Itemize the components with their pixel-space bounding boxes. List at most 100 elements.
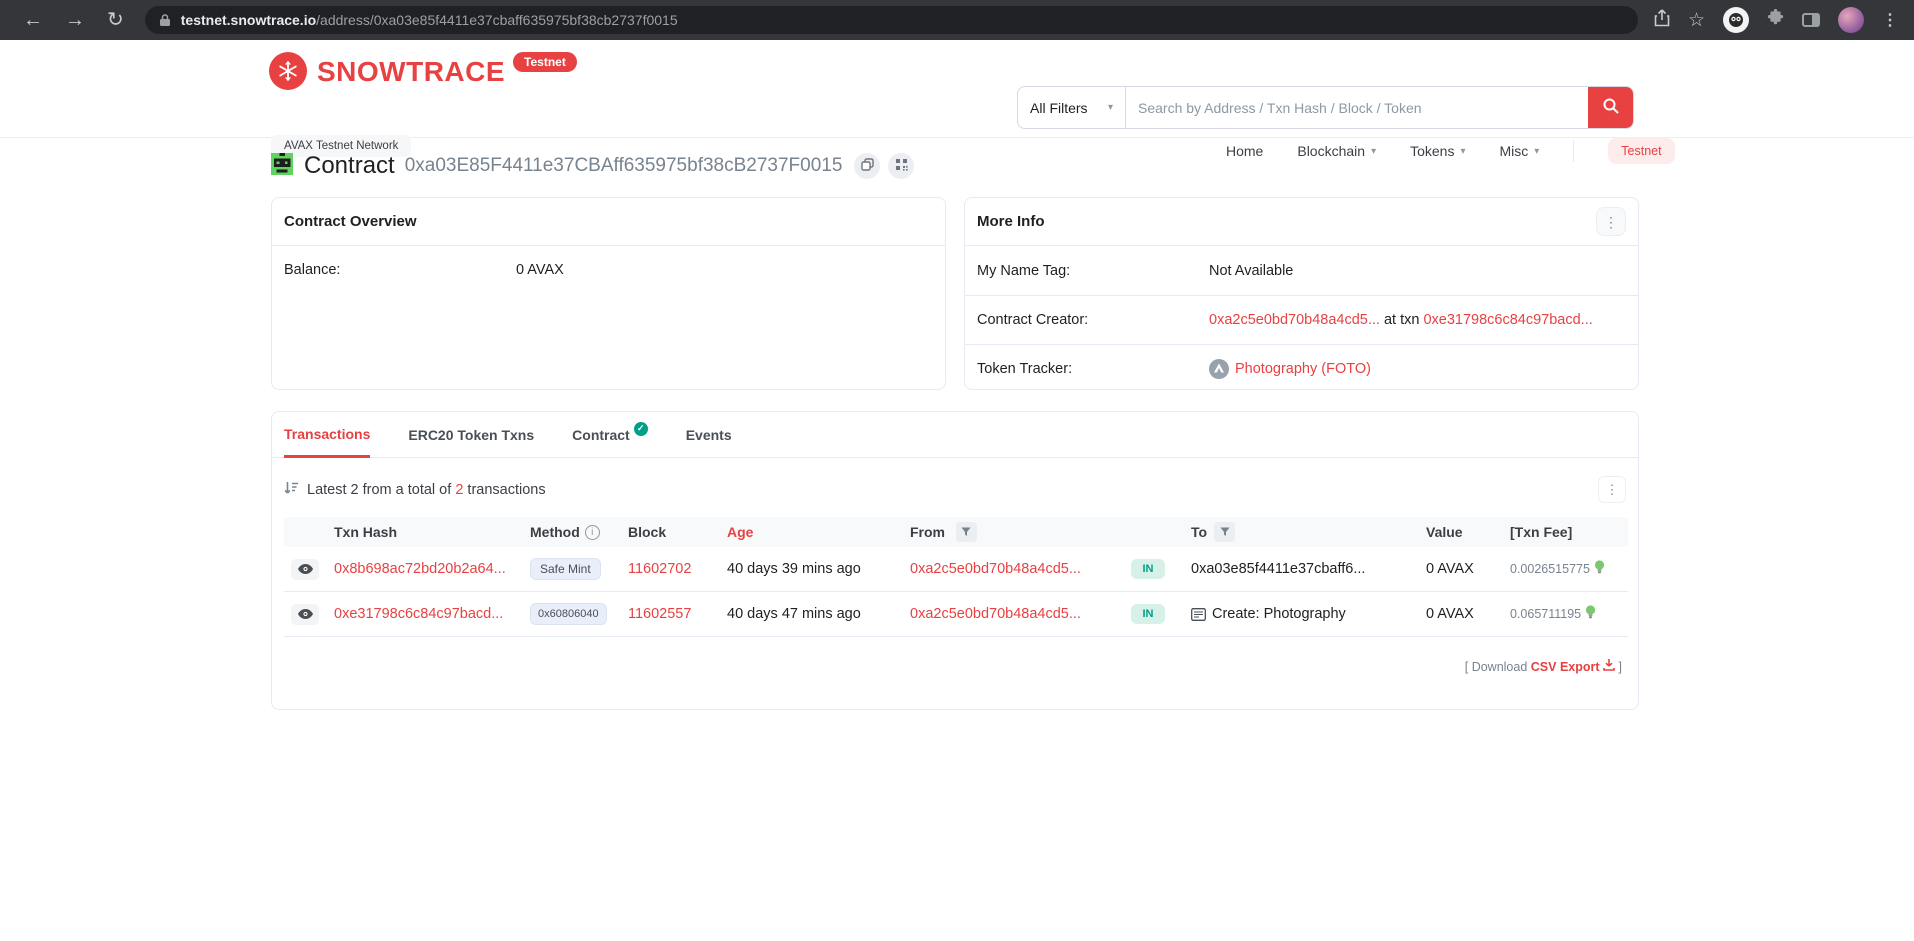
txn-hash-link[interactable]: 0xe31798c6c84c97bacd... (334, 606, 503, 622)
block-link[interactable]: 11602557 (628, 606, 691, 622)
tab-events[interactable]: Events (686, 412, 732, 457)
profile-avatar[interactable] (1838, 7, 1864, 33)
tab-transactions[interactable]: Transactions (284, 412, 370, 458)
search-button[interactable] (1588, 87, 1633, 128)
value-cell: 0 AVAX (1416, 561, 1502, 577)
col-age[interactable]: Age (719, 524, 902, 540)
age-value: 40 days 39 mins ago (719, 561, 902, 577)
contract-overview-card: Contract Overview Balance: 0 AVAX (271, 197, 946, 390)
contract-doc-icon (1191, 608, 1206, 621)
col-value: Value (1416, 524, 1502, 540)
search-icon (1603, 98, 1619, 117)
transaction-count: 2 (455, 482, 463, 498)
creator-address-link[interactable]: 0xa2c5e0bd70b48a4cd5... (1209, 312, 1380, 328)
balance-value: 0 AVAX (516, 262, 564, 278)
from-address-link[interactable]: 0xa2c5e0bd70b48a4cd5... (910, 606, 1081, 622)
search-bar: All Filters ▾ (1017, 86, 1634, 129)
more-info-card-title: More Info (977, 213, 1045, 230)
copy-address-button[interactable] (854, 153, 880, 179)
url-path: /address/0xa03e85f4411e37cbaff635975bf38… (316, 12, 677, 28)
brand-testnet-badge: Testnet (513, 52, 577, 72)
qr-code-icon (895, 158, 908, 174)
preview-tx-button[interactable] (291, 604, 319, 625)
transactions-table: Txn Hash Method i Block Age From (284, 517, 1628, 637)
brand-name: SNOWTRACE (317, 56, 505, 88)
token-tracker-row: Token Tracker: Photography (FOTO) (965, 344, 1638, 393)
csv-export-link[interactable]: CSV Export (1531, 660, 1600, 674)
bookmark-star-icon[interactable]: ☆ (1688, 9, 1705, 32)
gas-lightbulb-icon[interactable] (1585, 605, 1596, 624)
site-header: SNOWTRACE Testnet AVAX Testnet Network A… (0, 40, 1914, 137)
col-to: To (1181, 522, 1416, 542)
more-info-menu-button[interactable]: ⋮ (1596, 207, 1626, 236)
contract-creator-row: Contract Creator: 0xa2c5e0bd70b48a4cd5..… (965, 295, 1638, 344)
lock-icon (159, 13, 171, 27)
method-badge[interactable]: Safe Mint (530, 558, 601, 580)
block-link[interactable]: 11602702 (628, 561, 691, 577)
filter-from-icon[interactable] (956, 522, 977, 542)
preview-tx-button[interactable] (291, 559, 319, 580)
creator-join-text: at txn (1384, 312, 1419, 328)
forward-icon[interactable]: → (65, 10, 85, 30)
more-info-card: More Info ⋮ My Name Tag: Not Available C… (964, 197, 1639, 390)
name-tag-row: My Name Tag: Not Available (965, 246, 1638, 295)
search-filter-dropdown[interactable]: All Filters ▾ (1018, 87, 1126, 128)
balance-label: Balance: (284, 262, 516, 278)
tab-erc20-token-txns[interactable]: ERC20 Token Txns (408, 412, 534, 457)
txn-fee-value: 0.065711195 (1510, 607, 1581, 621)
filter-to-icon[interactable] (1214, 522, 1235, 542)
search-input[interactable] (1126, 87, 1588, 128)
back-icon[interactable]: ← (23, 10, 43, 30)
qr-code-button[interactable] (888, 153, 914, 179)
overview-card-title: Contract Overview (284, 213, 417, 230)
chevron-down-icon: ▾ (1108, 102, 1113, 113)
txn-hash-link[interactable]: 0x8b698ac72bd20b2a64... (334, 561, 506, 577)
gas-lightbulb-icon[interactable] (1594, 560, 1605, 579)
browser-menu-icon[interactable]: ⋮ (1882, 10, 1898, 30)
transactions-summary: Latest 2 from a total of 2 transactions (284, 481, 546, 499)
creator-txn-link[interactable]: 0xe31798c6c84c97bacd... (1423, 312, 1592, 328)
token-logo-icon (1209, 359, 1229, 379)
main-content: Contract 0xa03E85F4411e37CBAff635975bf38… (271, 152, 1639, 710)
tab-contract[interactable]: Contract ✓ (572, 412, 648, 457)
name-tag-label: My Name Tag: (977, 263, 1209, 279)
table-row: 0xe31798c6c84c97bacd... 0x60806040 11602… (284, 592, 1628, 637)
extension-avatar-icon[interactable] (1723, 7, 1749, 33)
col-method: Method i (522, 524, 620, 540)
table-header: Txn Hash Method i Block Age From (284, 517, 1628, 547)
to-contract-name: Create: Photography (1212, 606, 1346, 622)
address-bar[interactable]: testnet.snowtrace.io /address/0xa03e85f4… (145, 6, 1638, 34)
page-type-label: Contract (304, 152, 395, 180)
page-title: Contract 0xa03E85F4411e37CBAff635975bf38… (271, 152, 1639, 180)
col-txn-hash: Txn Hash (326, 524, 522, 540)
side-panel-icon[interactable] (1802, 13, 1820, 27)
token-tracker-link[interactable]: Photography (FOTO) (1235, 361, 1371, 377)
url-domain: testnet.snowtrace.io (181, 12, 316, 28)
snowtrace-logo[interactable]: SNOWTRACE Testnet (269, 52, 577, 90)
contract-address: 0xa03E85F4411e37CBAff635975bf38cB2737F00… (405, 155, 843, 177)
csv-export-row: [ Download CSV Export ] (284, 659, 1626, 674)
name-tag-value: Not Available (1209, 263, 1293, 279)
snowflake-icon (269, 52, 307, 90)
transactions-menu-button[interactable]: ⋮ (1598, 476, 1626, 503)
extensions-puzzle-icon[interactable] (1767, 9, 1784, 31)
txn-fee-value: 0.0026515775 (1510, 562, 1590, 576)
reload-icon[interactable]: ↻ (107, 10, 124, 30)
tab-bar: Transactions ERC20 Token Txns Contract ✓… (272, 412, 1638, 458)
info-icon[interactable]: i (585, 525, 600, 540)
from-address-link[interactable]: 0xa2c5e0bd70b48a4cd5... (910, 561, 1081, 577)
share-icon[interactable] (1654, 9, 1670, 32)
direction-badge: IN (1131, 604, 1165, 624)
value-cell: 0 AVAX (1416, 606, 1502, 622)
contract-identicon (271, 153, 293, 180)
download-icon (1603, 660, 1618, 674)
contract-creator-label: Contract Creator: (977, 312, 1209, 328)
col-block: Block (620, 524, 719, 540)
verified-check-icon: ✓ (634, 422, 648, 436)
token-tracker-label: Token Tracker: (977, 361, 1209, 377)
direction-badge: IN (1131, 559, 1165, 579)
method-badge[interactable]: 0x60806040 (530, 603, 607, 625)
table-row: 0x8b698ac72bd20b2a64... Safe Mint 116027… (284, 547, 1628, 592)
browser-toolbar: ← → ↻ testnet.snowtrace.io /address/0xa0… (0, 0, 1914, 40)
sort-icon (284, 481, 299, 499)
